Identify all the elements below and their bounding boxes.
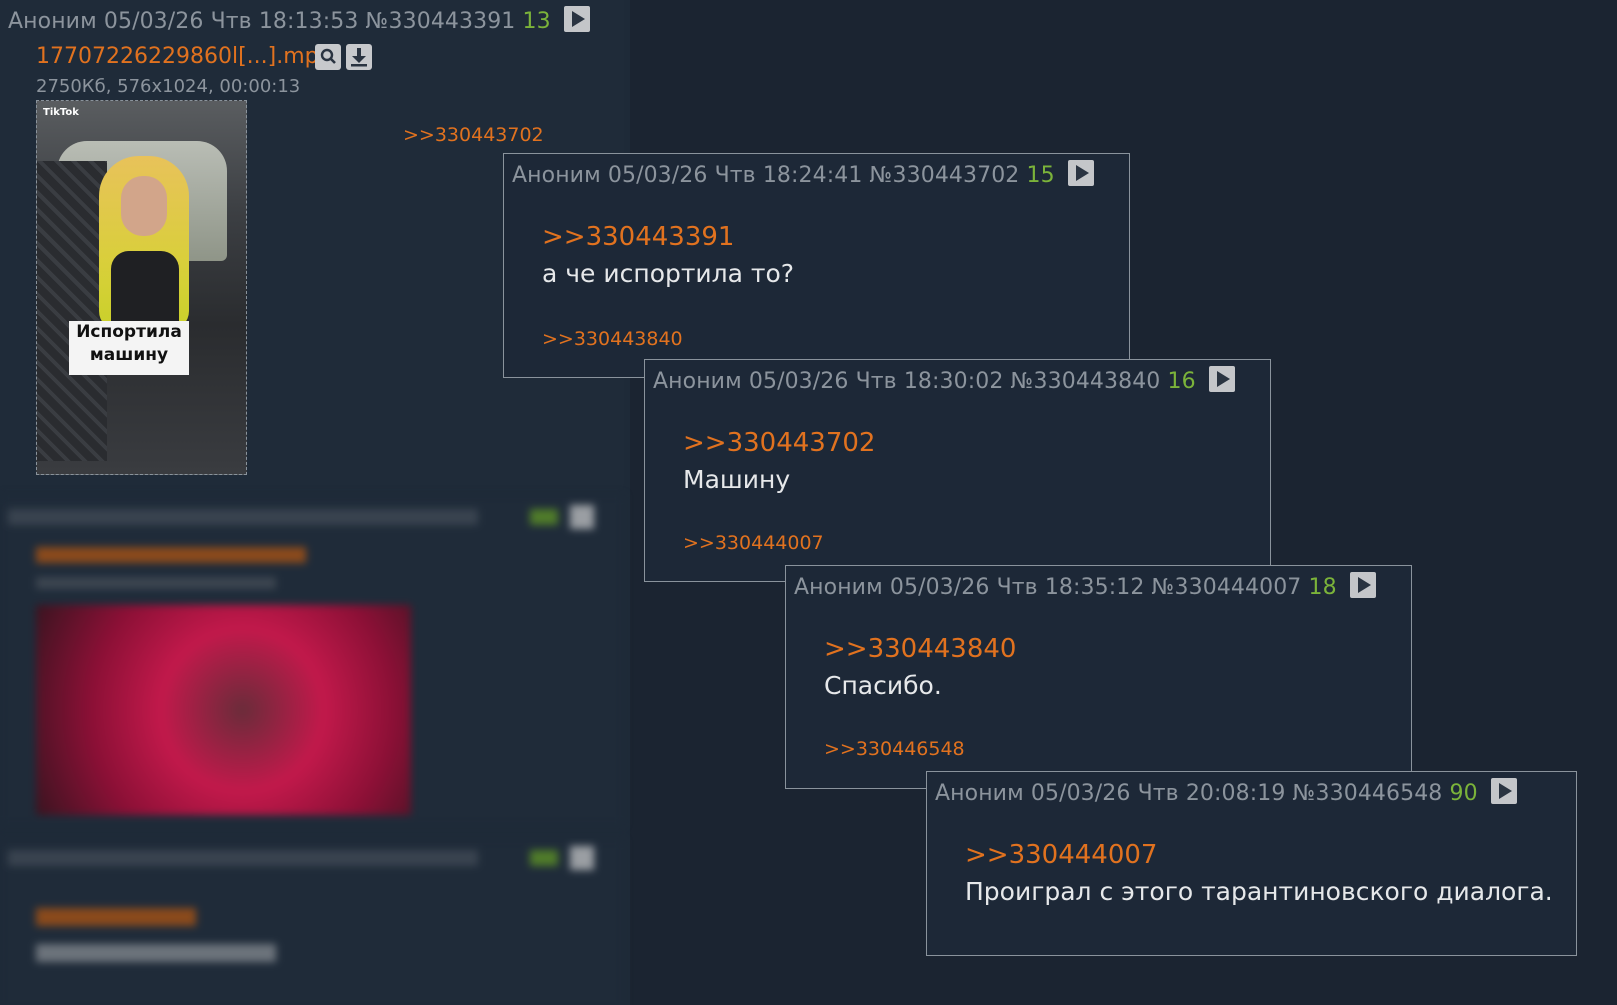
post-number[interactable]: №330443702 [870, 163, 1020, 188]
post-count: 15 [1026, 163, 1055, 188]
post-header: Аноним 05/03/26 Чтв 20:08:19 №330446548 … [935, 778, 1517, 806]
tiktok-watermark: TikTok [43, 107, 79, 118]
post-number[interactable]: №330443391 [366, 9, 516, 34]
post-text: Машину [683, 465, 791, 494]
post-date: 05/03/26 Чтв 20:08:19 [1030, 781, 1286, 806]
download-icon[interactable] [346, 44, 372, 70]
reply-popup: Аноним 05/03/26 Чтв 18:24:41 №330443702 … [503, 153, 1130, 378]
post-header: Аноним 05/03/26 Чтв 18:24:41 №330443702 … [512, 160, 1094, 188]
play-icon[interactable] [1349, 572, 1376, 598]
thumb-caption-line1: Испортила [76, 322, 182, 342]
post-number[interactable]: №330443840 [1011, 369, 1161, 394]
post-author: Аноним [794, 575, 883, 600]
post-number[interactable]: №330444007 [1152, 575, 1302, 600]
quote-link[interactable]: >>330443702 [683, 428, 875, 458]
post-count: 16 [1167, 369, 1196, 394]
blurred-posts [0, 495, 624, 1005]
post-count: 13 [522, 9, 551, 34]
search-icon[interactable] [315, 44, 341, 70]
reply-popup: Аноним 05/03/26 Чтв 20:08:19 №330446548 … [926, 771, 1577, 956]
play-icon[interactable] [1067, 160, 1094, 186]
quote-link[interactable]: >>330444007 [965, 840, 1157, 870]
post-text: а че испортила то? [542, 259, 795, 288]
file-link[interactable]: 17707226229860l[...].mp4 [36, 44, 333, 69]
quote-link[interactable]: >>330443391 [542, 222, 734, 252]
thumb-caption-line2: машину [89, 345, 169, 365]
play-icon[interactable] [1490, 778, 1517, 804]
post-header: Аноним 05/03/26 Чтв 18:35:12 №330444007 … [794, 572, 1376, 600]
post-header: Аноним 05/03/26 Чтв 18:13:53 №330443391 … [8, 6, 590, 34]
post-count: 18 [1308, 575, 1337, 600]
thumb-caption: Испортила машину [69, 321, 189, 375]
file-meta: 2750Кб, 576x1024, 00:00:13 [36, 76, 301, 97]
blurred-post [0, 495, 624, 825]
post-author: Аноним [8, 9, 97, 34]
thumb-seat [37, 161, 107, 461]
video-thumbnail[interactable]: TikTok Испортила машину [36, 100, 247, 475]
reply-link[interactable]: >>330444007 [683, 532, 824, 554]
post-text: Спасибо. [824, 671, 942, 700]
post-date: 05/03/26 Чтв 18:30:02 [748, 369, 1004, 394]
blurred-post [0, 840, 624, 1005]
post-date: 05/03/26 Чтв 18:35:12 [889, 575, 1145, 600]
post-number[interactable]: №330446548 [1293, 781, 1443, 806]
post-header: Аноним 05/03/26 Чтв 18:30:02 №330443840 … [653, 366, 1235, 394]
post-date: 05/03/26 Чтв 18:13:53 [103, 9, 359, 34]
reply-popup: Аноним 05/03/26 Чтв 18:30:02 №330443840 … [644, 359, 1271, 582]
reply-link[interactable]: >>330446548 [824, 738, 965, 760]
reply-popup: Аноним 05/03/26 Чтв 18:35:12 №330444007 … [785, 565, 1412, 789]
post-author: Аноним [653, 369, 742, 394]
reply-link[interactable]: >>330443840 [542, 328, 683, 350]
post-author: Аноним [512, 163, 601, 188]
thumb-face [121, 176, 167, 236]
play-icon[interactable] [563, 6, 590, 32]
play-icon[interactable] [1208, 366, 1235, 392]
post-count: 90 [1449, 781, 1478, 806]
post-date: 05/03/26 Чтв 18:24:41 [607, 163, 863, 188]
quote-link[interactable]: >>330443840 [824, 634, 1016, 664]
post-author: Аноним [935, 781, 1024, 806]
reply-link[interactable]: >>330443702 [403, 124, 544, 146]
post-text: Проиграл с этого тарантиновского диалога… [965, 877, 1553, 906]
